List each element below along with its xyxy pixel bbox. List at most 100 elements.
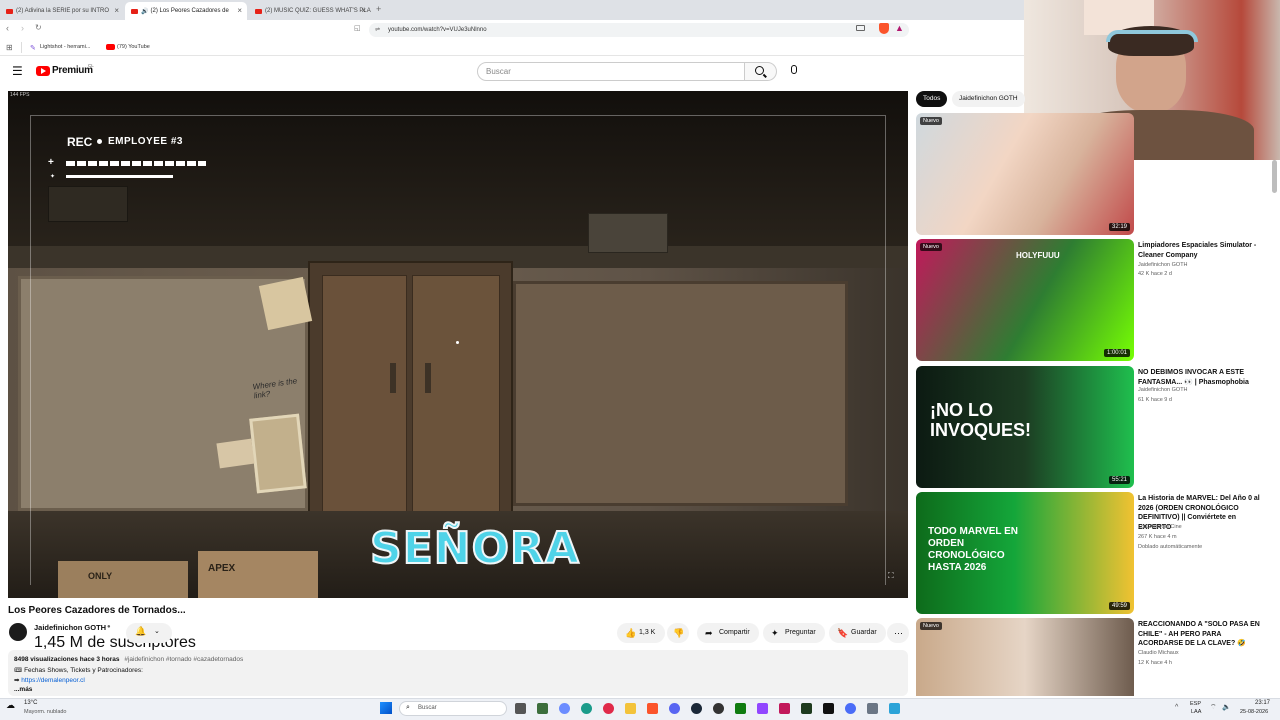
channel-name[interactable]: Jaidefinichon GOTH bbox=[34, 623, 106, 632]
opera-icon[interactable] bbox=[603, 703, 614, 714]
menu-icon[interactable]: ☰ bbox=[12, 64, 23, 78]
apps-grid-icon[interactable]: ⊞ bbox=[6, 43, 13, 52]
browser-tab-active[interactable]: 🔊 (2) Los Peores Cazadores de × bbox=[125, 2, 247, 20]
brave-icon[interactable] bbox=[647, 703, 658, 714]
video-player[interactable]: APEX ONLY Where is the link? 144 FPS REC… bbox=[8, 91, 908, 598]
edge-icon[interactable] bbox=[581, 703, 592, 714]
address-bar[interactable]: ⇌ youtube.com/watch?v=VUJe3uNlnno bbox=[369, 23, 909, 37]
app-icon[interactable] bbox=[867, 703, 878, 714]
brave-rewards-icon[interactable]: ▲ bbox=[895, 23, 904, 33]
video-title[interactable]: REACCIONANDO A "SOLO PASA EN CHILE" - AH… bbox=[1138, 620, 1266, 649]
weather-desc: Mayorm. nublado bbox=[24, 709, 67, 715]
video-title[interactable]: Limpiadores Espaciales Simulator - Clean… bbox=[1138, 241, 1266, 260]
reload-icon[interactable]: ↻ bbox=[35, 23, 42, 32]
cast-icon[interactable] bbox=[856, 25, 865, 31]
xbox-icon[interactable] bbox=[735, 703, 746, 714]
bookmark-star-icon[interactable]: ◱ bbox=[354, 24, 361, 32]
twitch-icon[interactable] bbox=[757, 703, 768, 714]
share-label: Compartir bbox=[719, 629, 750, 636]
recommended-video[interactable]: Nuevo REACCIONANDO A "SOLO PASA EN CHILE… bbox=[916, 618, 1276, 696]
chip-channel[interactable]: Jaidefinichon GOTH bbox=[952, 91, 1025, 107]
search-input[interactable]: Buscar bbox=[477, 62, 745, 81]
app-icon[interactable] bbox=[779, 703, 790, 714]
hashtags[interactable]: #jaidefinichon #tornado #cazadetornados bbox=[124, 656, 243, 663]
wifi-icon[interactable]: ⌔ bbox=[1210, 703, 1217, 712]
close-tab-icon[interactable]: × bbox=[237, 6, 242, 15]
video-title[interactable]: NO DEBIMOS INVOCAR A ESTE FANTASMA... 👀 … bbox=[1138, 368, 1266, 387]
channel-name[interactable]: Lo Chido del Cine bbox=[1138, 524, 1182, 530]
description-link[interactable]: https://demalenpeor.cl bbox=[21, 677, 85, 684]
task-view-icon[interactable] bbox=[515, 703, 526, 714]
duration-badge: 55:21 bbox=[1108, 476, 1130, 484]
save-button[interactable]: 🔖 Guardar bbox=[829, 623, 886, 643]
bookmark-youtube[interactable]: (79) YouTube bbox=[117, 44, 150, 50]
close-tab-icon[interactable]: × bbox=[114, 6, 119, 15]
duration-badge: 49:59 bbox=[1108, 602, 1130, 610]
channel-name[interactable]: Jaidefinichon GOTH bbox=[1138, 387, 1188, 393]
taskbar-search[interactable]: ⌕ Buscar bbox=[399, 701, 507, 716]
video-thumbnail[interactable]: ¡NO LO INVOQUES! 55:21 bbox=[916, 366, 1134, 488]
app-icon[interactable] bbox=[559, 703, 570, 714]
video-stats: 42 K hace 2 d bbox=[1138, 271, 1172, 277]
search-button[interactable] bbox=[745, 62, 777, 81]
thumbnail-text: TODO MARVEL EN ORDEN CRONOLÓGICO HASTA 2… bbox=[928, 526, 1019, 573]
bell-icon: 🔔 bbox=[135, 626, 147, 636]
app-icon[interactable] bbox=[801, 703, 812, 714]
volume-icon[interactable]: 🔈 bbox=[1222, 703, 1231, 711]
bookmark-lightshot[interactable]: Lightshot - herrami... bbox=[40, 44, 90, 50]
more-actions-button[interactable]: ⋯ bbox=[887, 623, 909, 643]
video-thumbnail[interactable]: Nuevo HOLYFUUU 1:00:01 bbox=[916, 239, 1134, 361]
new-tab-icon[interactable]: + bbox=[376, 4, 381, 14]
steam-icon[interactable] bbox=[691, 703, 702, 714]
obs-icon[interactable] bbox=[713, 703, 724, 714]
brave-shield-icon[interactable] bbox=[879, 23, 889, 34]
language-indicator-sub: LAA bbox=[1191, 709, 1202, 715]
recommended-video[interactable]: Nuevo 32:19 bbox=[916, 113, 1276, 235]
forward-icon[interactable]: › bbox=[21, 23, 24, 33]
duration-badge: 32:19 bbox=[1108, 223, 1130, 231]
video-thumbnail[interactable]: TODO MARVEL EN ORDEN CRONOLÓGICO HASTA 2… bbox=[916, 492, 1134, 614]
clock-date: 25-08-2026 bbox=[1240, 709, 1269, 715]
browser-tab[interactable]: (2) MUSIC QUIZ: GUESS WHAT'S PLA × bbox=[249, 2, 371, 20]
divider bbox=[21, 42, 22, 53]
youtube-favicon-icon bbox=[255, 8, 262, 14]
recommended-video[interactable]: ¡NO LO INVOQUES! 55:21 NO DEBIMOS INVOCA… bbox=[916, 366, 1276, 488]
file-explorer-icon[interactable] bbox=[625, 703, 636, 714]
like-button[interactable]: 👍 1,3 K bbox=[617, 623, 665, 643]
chip-all[interactable]: Todos bbox=[916, 91, 948, 107]
description-box[interactable]: 8498 visualizaciones hace 3 horas #jaide… bbox=[8, 650, 908, 696]
app-icon[interactable] bbox=[889, 703, 900, 714]
back-icon[interactable]: ‹ bbox=[6, 23, 9, 33]
app-icon[interactable] bbox=[845, 703, 856, 714]
app-icon[interactable] bbox=[823, 703, 834, 714]
channel-avatar[interactable] bbox=[9, 623, 27, 641]
sidebar-scrollbar[interactable] bbox=[1272, 160, 1277, 193]
recommended-video[interactable]: TODO MARVEL EN ORDEN CRONOLÓGICO HASTA 2… bbox=[916, 492, 1276, 614]
dislike-button[interactable]: 👎 bbox=[667, 623, 689, 643]
clock-time[interactable]: 23:17 bbox=[1255, 700, 1270, 706]
tab-title: (2) MUSIC QUIZ: GUESS WHAT'S PLA bbox=[265, 8, 371, 14]
ask-button[interactable]: ✦ Preguntar bbox=[763, 623, 825, 643]
url-text: youtube.com/watch?v=VUJe3uNlnno bbox=[388, 27, 487, 33]
language-indicator[interactable]: ESP bbox=[1190, 701, 1201, 707]
windows-start-icon[interactable] bbox=[380, 702, 392, 714]
channel-name[interactable]: Claudio Michaux bbox=[1138, 650, 1179, 656]
microphone-icon[interactable] bbox=[791, 65, 797, 74]
app-icon[interactable] bbox=[537, 703, 548, 714]
share-button[interactable]: ➦ Compartir bbox=[697, 623, 759, 643]
channel-name[interactable]: Jaidefinichon GOTH bbox=[1138, 262, 1188, 268]
more-icon: ⋯ bbox=[894, 628, 903, 638]
fullscreen-icon[interactable]: ⛶ bbox=[888, 571, 894, 581]
video-thumbnail[interactable]: Nuevo 32:19 bbox=[916, 113, 1134, 235]
weather-temp[interactable]: 13°C bbox=[24, 700, 37, 706]
video-thumbnail[interactable]: Nuevo bbox=[916, 618, 1134, 696]
dubbed-label: Doblado automáticamente bbox=[1138, 544, 1203, 550]
browser-tab[interactable]: (2) Adivina la SERIE por su INTRO × bbox=[0, 2, 124, 20]
discord-icon[interactable] bbox=[669, 703, 680, 714]
show-more-link[interactable]: ...más bbox=[14, 686, 32, 693]
tray-chevron-icon[interactable]: ^ bbox=[1175, 704, 1178, 711]
notifications-button[interactable]: 🔔 ⌄ bbox=[126, 623, 172, 643]
close-tab-icon[interactable]: × bbox=[361, 6, 366, 15]
site-info-icon[interactable]: ⇌ bbox=[375, 23, 380, 37]
recommended-video[interactable]: Nuevo HOLYFUUU 1:00:01 Limpiadores Espac… bbox=[916, 239, 1276, 361]
